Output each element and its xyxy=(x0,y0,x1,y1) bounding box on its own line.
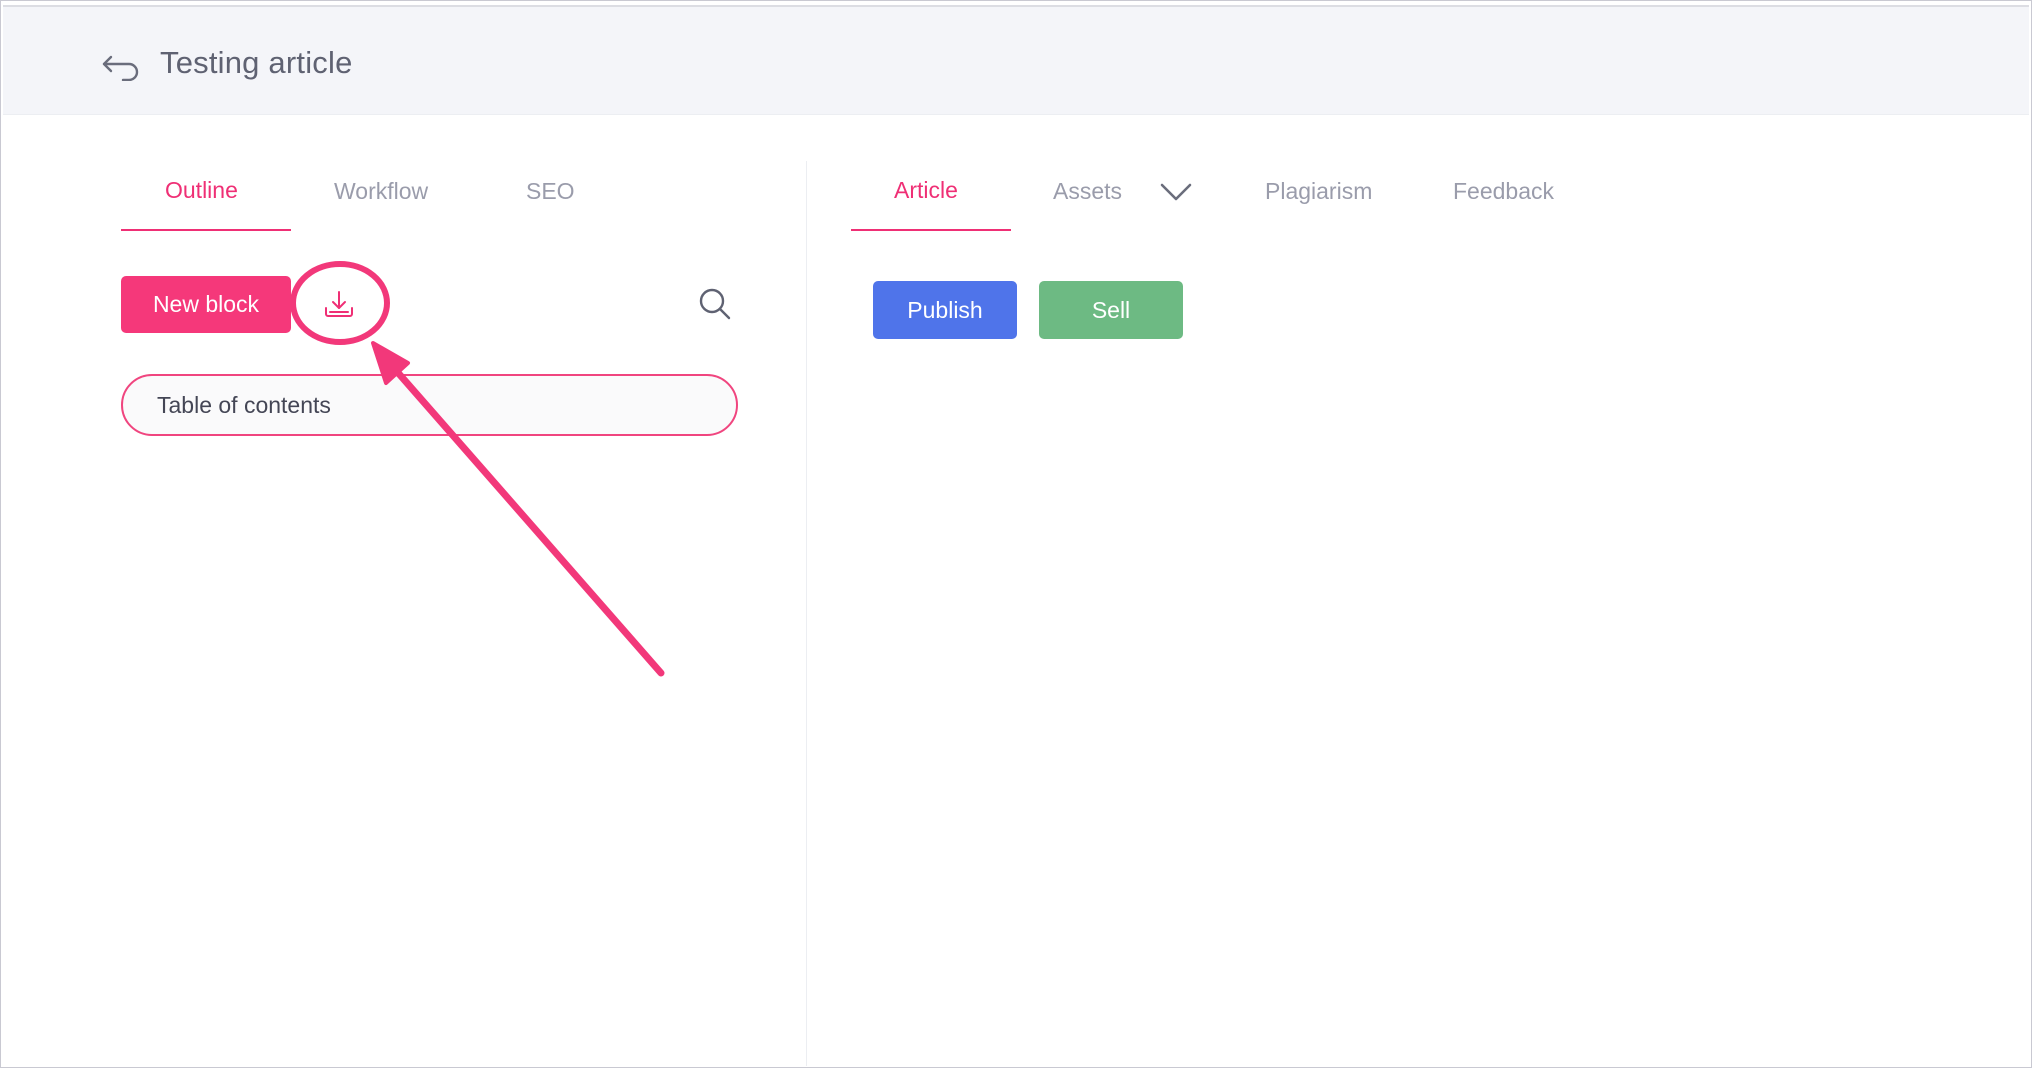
panel-divider xyxy=(806,161,807,1066)
tab-article-underline xyxy=(851,229,1011,231)
table-of-contents-block[interactable]: Table of contents xyxy=(121,374,738,436)
toc-label: Table of contents xyxy=(157,391,331,418)
download-icon[interactable] xyxy=(317,286,361,322)
tab-outline-underline xyxy=(121,229,291,231)
page-title: Testing article xyxy=(160,45,353,80)
publish-button[interactable]: Publish xyxy=(873,281,1017,339)
sell-button[interactable]: Sell xyxy=(1039,281,1183,339)
tab-feedback[interactable]: Feedback xyxy=(1453,178,1554,205)
chevron-down-icon[interactable] xyxy=(1159,181,1193,203)
tab-seo[interactable]: SEO xyxy=(526,178,575,205)
top-bar: Testing article xyxy=(3,5,2029,115)
tab-article[interactable]: Article xyxy=(894,177,958,204)
tab-outline[interactable]: Outline xyxy=(165,177,238,204)
annotation-overlay xyxy=(290,261,665,677)
tab-plagiarism[interactable]: Plagiarism xyxy=(1265,178,1372,205)
tab-assets[interactable]: Assets xyxy=(1053,178,1122,205)
search-icon[interactable] xyxy=(695,284,735,324)
tab-workflow[interactable]: Workflow xyxy=(334,178,428,205)
new-block-button[interactable]: New block xyxy=(121,276,291,333)
app-window: Testing article Outline Workflow SEO New… xyxy=(0,0,2032,1068)
back-arrow-icon[interactable] xyxy=(101,51,141,81)
